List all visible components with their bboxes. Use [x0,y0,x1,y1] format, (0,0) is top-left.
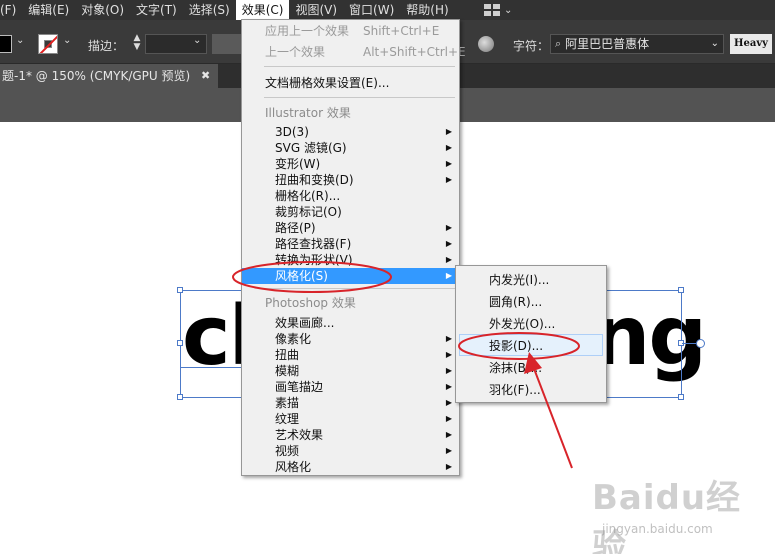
menu-item-distort-transform[interactable]: 扭曲和变换(D) ▶ [242,172,459,188]
menu-item-stylize-illustrator[interactable]: 风格化(S) ▶ [242,268,459,284]
submenu-arrow-icon: ▶ [445,366,452,375]
text-path-connector [682,343,696,344]
submenu-arrow-icon: ▶ [445,334,452,343]
menu-object[interactable]: 对象(O) [75,0,130,20]
workspace-grid-icon [484,4,500,16]
submenu-arrow-icon: ▶ [445,271,452,280]
menu-file[interactable]: (F) [0,0,22,20]
menu-item-3d[interactable]: 3D(3) ▶ [242,124,459,140]
submenu-item-feather[interactable]: 羽化(F)... [456,379,606,401]
submenu-arrow-icon: ▶ [445,223,452,232]
menu-item-raster-settings[interactable]: 文档栅格效果设置(E)... [242,75,459,91]
menu-divider [264,288,455,289]
menu-item-crop-marks[interactable]: 裁剪标记(O) [242,204,459,220]
submenu-arrow-icon: ▶ [445,462,452,471]
submenu-arrow-icon: ▶ [445,382,452,391]
menu-view[interactable]: 视图(V) [289,0,343,20]
search-icon: ⌕ [555,37,562,50]
submenu-item-drop-shadow[interactable]: 投影(D)... [459,334,603,356]
menu-item-texture[interactable]: 纹理 ▶ [242,411,459,427]
submenu-arrow-icon: ▶ [445,350,452,359]
menu-item-blur[interactable]: 模糊 ▶ [242,363,459,379]
submenu-arrow-icon: ▶ [445,414,452,423]
stroke-color-swatch[interactable] [38,34,58,54]
menu-item-apply-last-effect[interactable]: 应用上一个效果 Shift+Ctrl+E [242,23,459,39]
submenu-item-inner-glow[interactable]: 内发光(I)... [456,269,606,291]
submenu-arrow-icon: ▶ [445,446,452,455]
watermark: Baidu经验 jingyan.baidu.com [592,470,772,554]
text-thread-port[interactable] [696,339,705,348]
resize-handle[interactable] [177,287,183,293]
menu-item-warp[interactable]: 变形(W) ▶ [242,156,459,172]
menu-item-rasterize[interactable]: 栅格化(R)... [242,188,459,204]
stroke-label: 描边： [88,39,125,53]
close-icon[interactable]: ✖ [201,64,210,88]
stroke-stepper[interactable]: ▲ ▼ [131,34,143,54]
character-label: 字符： [513,39,550,53]
submenu-item-outer-glow[interactable]: 外发光(O)... [456,313,606,335]
menu-item-pixelate[interactable]: 像素化 ▶ [242,331,459,347]
menu-item-brush-strokes[interactable]: 画笔描边 ▶ [242,379,459,395]
resize-handle[interactable] [678,394,684,400]
effect-menu: 应用上一个效果 Shift+Ctrl+E 上一个效果 Alt+Shift+Ctr… [241,19,466,476]
submenu-arrow-icon: ▶ [445,398,452,407]
stylize-submenu: 内发光(I)... 圆角(R)... 外发光(O)... 投影(D)... 涂抹… [455,265,607,403]
chevron-down-icon: ⌄ [710,38,719,49]
menu-item-last-effect[interactable]: 上一个效果 Alt+Shift+Ctrl+E [242,44,466,60]
submenu-arrow-icon: ▶ [445,159,452,168]
submenu-arrow-icon: ▶ [445,127,452,136]
workspace-switcher[interactable]: ⌄ [484,2,512,18]
menu-header-photoshop: Photoshop 效果 [265,296,356,310]
chevron-down-icon: ⌄ [504,4,513,16]
chevron-down-icon[interactable]: ⌄ [63,35,71,46]
menu-window[interactable]: 窗口(W) [343,0,400,20]
submenu-arrow-icon: ▶ [445,430,452,439]
submenu-item-round-corners[interactable]: 圆角(R)... [456,291,606,313]
fill-color-swatch[interactable] [0,35,12,53]
resize-handle[interactable] [177,340,183,346]
watermark-logo: Baidu经验 [592,478,742,554]
menu-item-distort[interactable]: 扭曲 ▶ [242,347,459,363]
menu-item-pathfinder[interactable]: 路径查找器(F) ▶ [242,236,459,252]
menu-help[interactable]: 帮助(H) [400,0,454,20]
document-tab-title: 题-1* @ 150% (CMYK/GPU 预览) [2,69,191,83]
menu-item-sketch[interactable]: 素描 ▶ [242,395,459,411]
font-family-value: 阿里巴巴普惠体 [565,37,650,51]
chevron-down-icon[interactable]: ⌄ [16,35,24,46]
menu-item-artistic[interactable]: 艺术效果 ▶ [242,427,459,443]
variable-width-profile[interactable] [212,34,242,54]
resize-handle[interactable] [177,394,183,400]
menu-header-illustrator: Illustrator 效果 [265,106,351,120]
submenu-item-scribble[interactable]: 涂抹(B)... [456,357,606,379]
menu-item-stylize-photoshop[interactable]: 风格化 ▶ [242,459,459,475]
submenu-arrow-icon: ▶ [445,255,452,264]
menu-select[interactable]: 选择(S) [183,0,236,20]
menu-divider [264,66,455,67]
menu-edit[interactable]: 编辑(E) [22,0,75,20]
resize-handle[interactable] [678,287,684,293]
text-baseline [180,367,243,368]
menu-bar: (F) 编辑(E) 对象(O) 文字(T) 选择(S) 效果(C) 视图(V) … [0,0,775,20]
recolor-globe-icon[interactable] [478,36,494,52]
menu-item-convert-to-shape[interactable]: 转换为形状(V) ▶ [242,252,459,268]
menu-item-svg-filters[interactable]: SVG 滤镜(G) ▶ [242,140,459,156]
font-weight-select[interactable]: Heavy [730,34,772,54]
chevron-down-icon[interactable]: ⌄ [193,35,201,46]
document-tab[interactable]: 题-1* @ 150% (CMYK/GPU 预览) [0,64,218,88]
watermark-url: jingyan.baidu.com [602,522,713,536]
menu-item-path[interactable]: 路径(P) ▶ [242,220,459,236]
menu-effect[interactable]: 效果(C) [235,0,290,20]
menu-divider [264,97,455,98]
submenu-arrow-icon: ▶ [445,143,452,152]
font-family-select[interactable]: ⌕ 阿里巴巴普惠体 ⌄ [550,34,724,54]
menu-type[interactable]: 文字(T) [130,0,183,20]
submenu-arrow-icon: ▶ [445,175,452,184]
menu-item-video[interactable]: 视频 ▶ [242,443,459,459]
menu-item-effect-gallery[interactable]: 效果画廊... [242,315,459,331]
submenu-arrow-icon: ▶ [445,239,452,248]
